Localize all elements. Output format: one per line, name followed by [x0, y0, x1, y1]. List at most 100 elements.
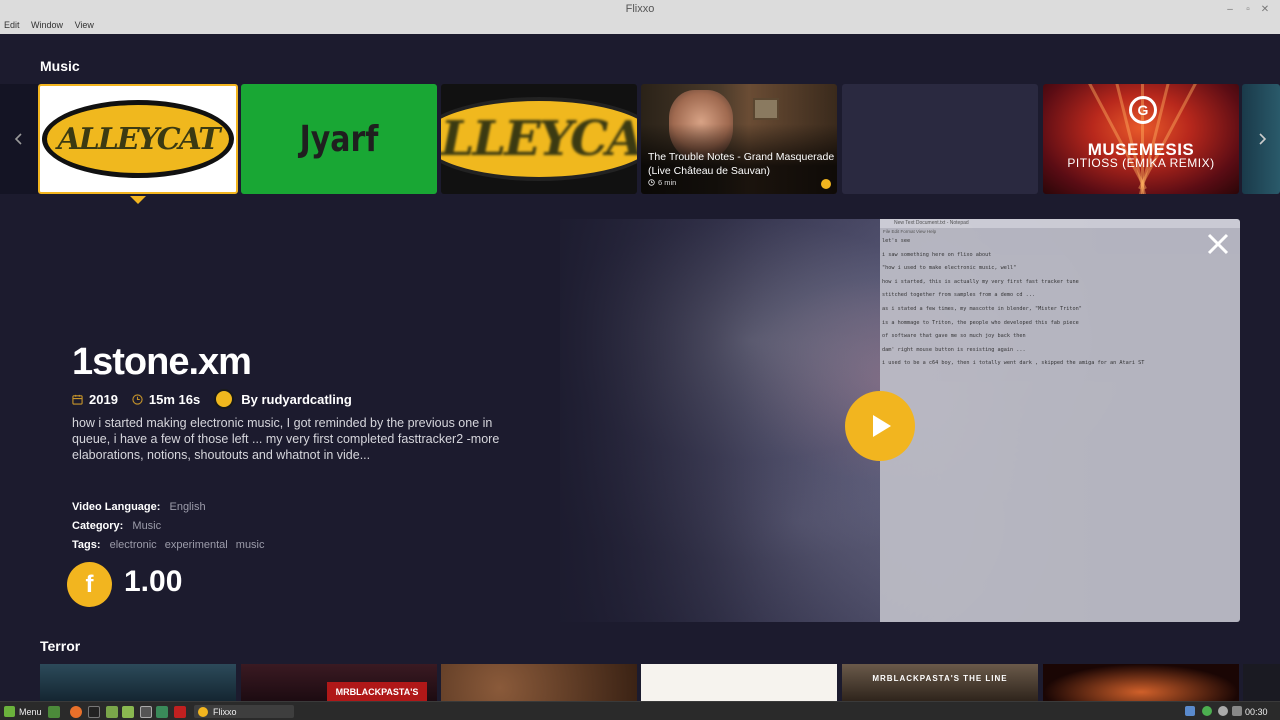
category-row: Category: Music — [72, 520, 161, 532]
author-avatar[interactable] — [214, 389, 235, 409]
music-card-jyarf[interactable]: Jyarf — [241, 84, 437, 194]
notepad-line: stitched together from samples from a de… — [882, 292, 1036, 299]
category-label: Category: — [72, 520, 124, 532]
music-card-trouble-notes[interactable]: The Trouble Notes - Grand Masquerade (Li… — [641, 84, 837, 194]
section-title-music: Music — [40, 58, 80, 74]
tag-item[interactable]: electronic — [110, 539, 157, 551]
alleycat-logo-text: ALLEYCAT — [441, 111, 637, 167]
detail-panel: New Text Document.txt - Notepad File Edi… — [40, 219, 1240, 622]
restore-icon[interactable]: ▫ — [1242, 0, 1254, 19]
alleycat-logo-text: ALLEYCAT — [57, 121, 220, 157]
files-icon-2[interactable] — [122, 705, 134, 718]
musemesis-logo-icon: G — [1129, 96, 1157, 124]
taskbar-window-label: Flixxo — [213, 706, 237, 717]
terror-card[interactable] — [40, 664, 236, 701]
tags-label: Tags: — [72, 539, 101, 551]
window-titlebar: Flixxo – ▫ ✕ — [0, 0, 1280, 19]
notepad-line: dam' right mouse button is resisting aga… — [882, 346, 1026, 353]
menu-view[interactable]: View — [75, 20, 94, 30]
video-language-row: Video Language: English — [72, 501, 206, 513]
firefox-icon[interactable] — [70, 705, 82, 718]
chevron-left-icon — [14, 133, 22, 145]
video-thumbnail-window — [753, 98, 779, 120]
music-card-placeholder[interactable] — [842, 84, 1038, 194]
music-card-alleycat-2[interactable]: ALLEYCAT — [441, 84, 637, 194]
files-icon[interactable] — [106, 705, 118, 718]
app-icon-2[interactable] — [156, 705, 168, 718]
start-menu-button[interactable]: Menu — [4, 705, 42, 718]
flixxo-coin-icon: f — [67, 562, 112, 607]
notepad-menu: File Edit Format View Help — [883, 229, 937, 234]
play-icon — [873, 415, 891, 437]
terror-row: MRBLACKPASTA'S MRBLACKPASTA'S THE LINE — [0, 664, 1280, 701]
shield-icon[interactable] — [1185, 706, 1195, 716]
terror-card[interactable] — [641, 664, 837, 701]
notepad-line: of software that gave me so much joy bac… — [882, 333, 1026, 340]
close-detail-button[interactable] — [1205, 231, 1231, 257]
terminal-icon[interactable] — [88, 705, 100, 718]
card-duration: 6 min — [648, 178, 676, 187]
user-icon[interactable] — [1218, 706, 1228, 716]
terror-card[interactable] — [441, 664, 637, 701]
music-card-musemesis[interactable]: G MUSEMESIS PITIOSS (EMIKA REMIX) — [1043, 84, 1239, 194]
menu-window[interactable]: Window — [31, 20, 63, 30]
terror-card-text: MRBLACKPASTA'S — [327, 682, 427, 701]
network-icon[interactable] — [1232, 706, 1242, 716]
clock[interactable]: 00:30 — [1245, 705, 1268, 718]
chevron-right-icon[interactable] — [1256, 133, 1268, 145]
show-desktop-icon[interactable] — [48, 705, 60, 718]
flixxo-app-icon — [198, 706, 208, 717]
terror-card[interactable] — [1043, 664, 1239, 701]
card-title: The Trouble Notes - Grand Masquerade (Li… — [648, 151, 835, 177]
video-meta: 2019 15m 16s By rudyardcatling — [72, 389, 352, 409]
video-language-value: English — [169, 501, 206, 513]
scroll-left-button[interactable] — [0, 84, 38, 194]
video-price: 1.00 — [124, 565, 183, 598]
music-card-partial[interactable] — [1242, 84, 1280, 194]
menu-label: Menu — [19, 706, 42, 717]
close-icon[interactable]: ✕ — [1259, 0, 1271, 19]
tag-item[interactable]: music — [236, 539, 265, 551]
menu-edit[interactable]: Edit — [4, 20, 20, 30]
app-icon[interactable] — [140, 705, 152, 718]
menu-bar: Edit Window View — [0, 19, 1280, 34]
video-language-label: Video Language: — [72, 501, 161, 513]
notepad-line: i saw something here on flixo about — [882, 251, 992, 258]
terror-card-partial[interactable] — [1243, 664, 1280, 701]
flixxo-coin-icon — [821, 179, 831, 189]
music-card-alleycat-selected[interactable]: ALLEYCAT — [38, 84, 238, 194]
alleycat-logo: ALLEYCAT — [441, 97, 637, 181]
terror-card-text: MRBLACKPASTA'S THE LINE — [872, 674, 1008, 683]
update-icon[interactable] — [1202, 706, 1212, 716]
section-title-terror: Terror — [40, 638, 81, 654]
notepad-line: i used to be a c64 boy, then i totally w… — [882, 360, 1145, 367]
video-year: 2019 — [89, 391, 118, 407]
notepad-line: let's see — [882, 238, 911, 244]
play-button[interactable] — [845, 391, 915, 461]
tags-row: Tags: electronic experimental music — [72, 539, 270, 551]
tag-item[interactable]: experimental — [165, 539, 228, 551]
notepad-line: "how i used to make electronic music, we… — [882, 265, 1017, 272]
card-art-subtitle: PITIOSS (EMIKA REMIX) — [1067, 156, 1215, 170]
notepad-overlay: New Text Document.txt - Notepad File Edi… — [880, 219, 1240, 622]
video-title: 1stone.xm — [72, 341, 252, 383]
notepad-line: is a hommage to Triton, the people who d… — [882, 319, 1079, 326]
taskbar-window-flixxo[interactable]: Flixxo — [194, 705, 294, 718]
taskbar: Menu Flixxo 00:30 — [0, 701, 1280, 720]
video-author[interactable]: By rudyardcatling — [241, 392, 352, 407]
selection-pointer — [130, 196, 146, 204]
window-title: Flixxo — [625, 3, 655, 15]
alleycat-logo: ALLEYCAT — [42, 100, 234, 178]
notepad-line: as i stated a few times, my mascotte in … — [882, 305, 1082, 312]
terror-card[interactable]: MRBLACKPASTA'S THE LINE — [842, 664, 1038, 701]
terror-card[interactable]: MRBLACKPASTA'S — [241, 664, 437, 701]
music-row: ALLEYCAT Jyarf ALLEYCAT The Trouble Note… — [0, 84, 1280, 196]
card-duration-text: 6 min — [658, 178, 677, 187]
filezilla-icon[interactable] — [174, 705, 186, 718]
category-value[interactable]: Music — [132, 520, 161, 532]
minimize-icon[interactable]: – — [1224, 0, 1236, 19]
clock-icon — [648, 179, 655, 186]
app-content: Music ALLEYCAT Jyarf ALLEYCAT The Troubl… — [0, 34, 1280, 701]
video-description: how i started making electronic music, I… — [72, 416, 500, 462]
clock-icon — [132, 393, 143, 405]
